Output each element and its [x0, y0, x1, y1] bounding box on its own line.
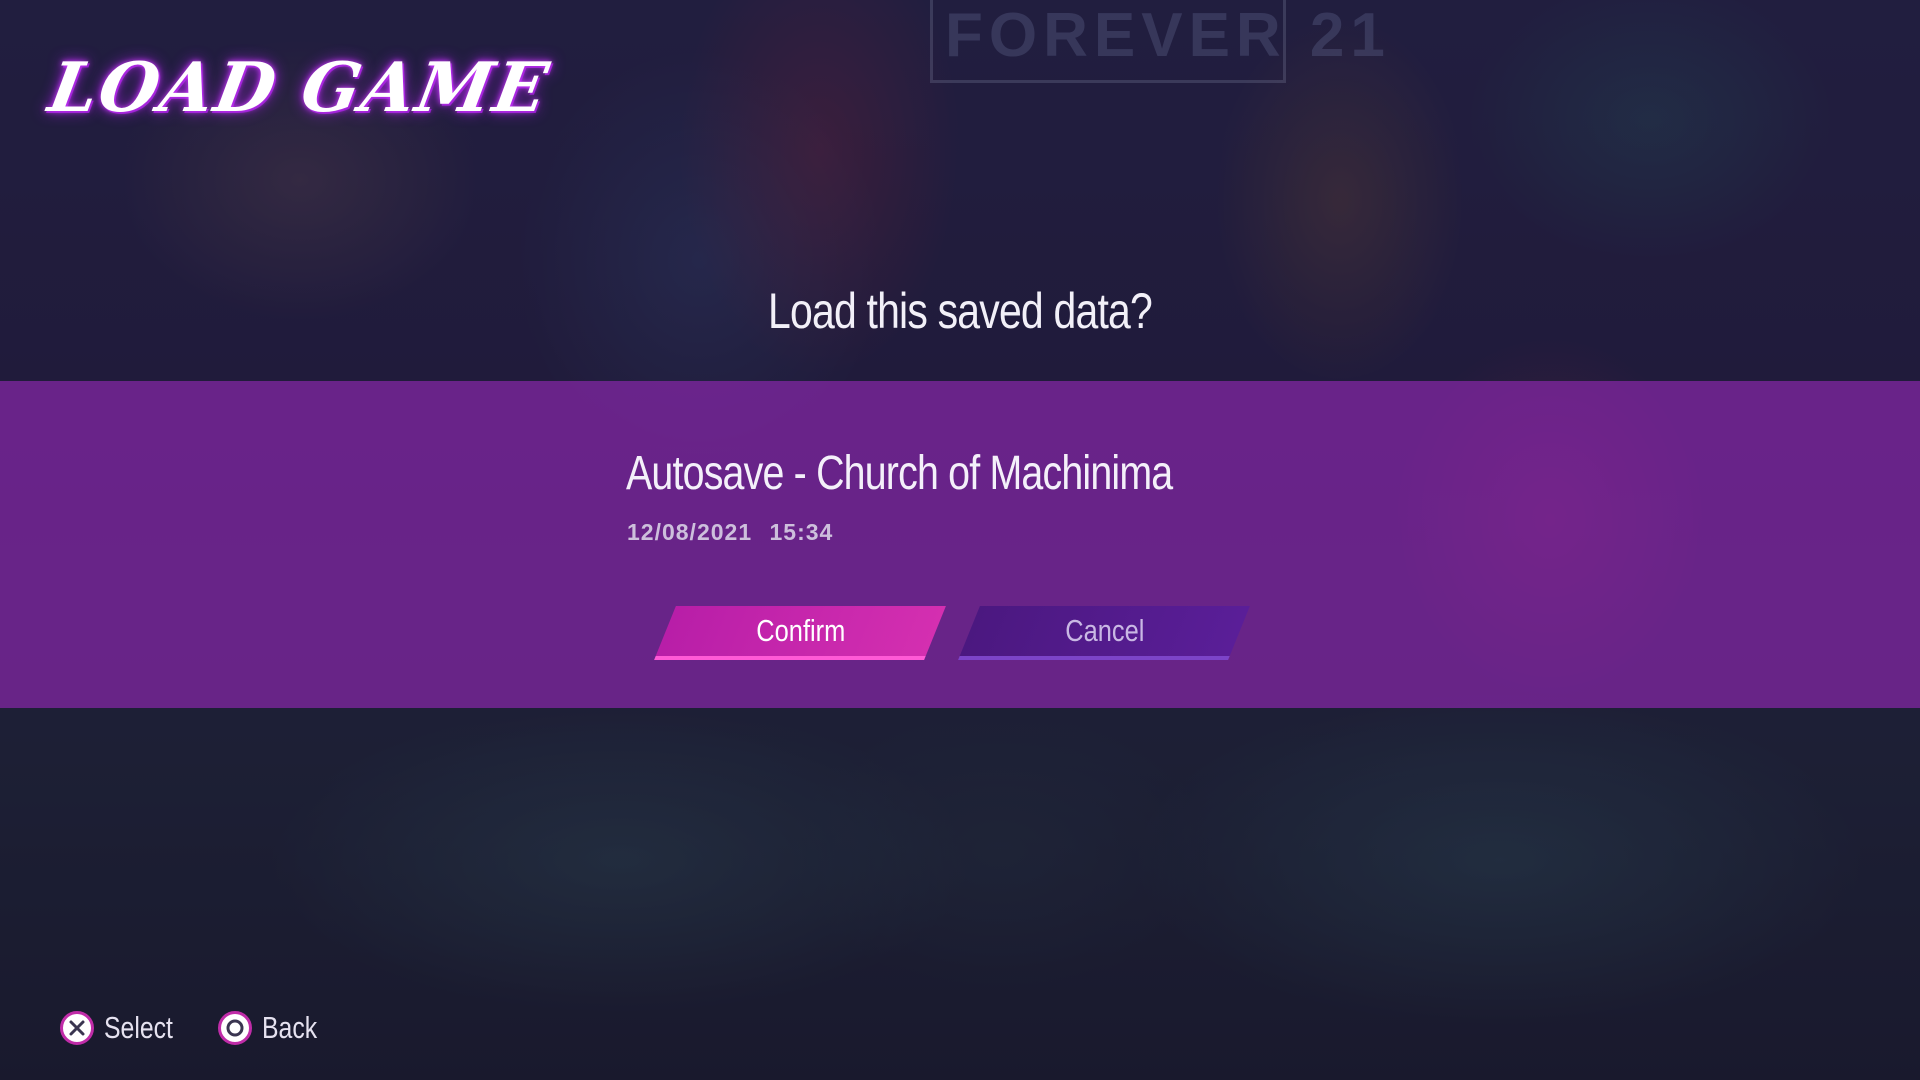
save-timestamp: 12/08/2021 15:34 [627, 519, 833, 546]
confirm-button-label: Confirm [756, 613, 846, 648]
save-name: Autosave - Church of Machinima [626, 447, 1173, 500]
cancel-button[interactable]: Cancel [958, 606, 1250, 660]
load-game-screen: FOREVER 21 LOAD GAME Load this saved dat… [0, 0, 1920, 1080]
dialog-prompt: Load this saved data? [768, 283, 1153, 339]
save-date: 12/08/2021 [627, 519, 753, 545]
page-title: LOAD GAME [42, 48, 556, 128]
hint-back-label: Back [262, 1010, 318, 1045]
circle-button-icon [218, 1011, 252, 1045]
hint-select-label: Select [104, 1010, 173, 1045]
cross-button-icon [60, 1011, 94, 1045]
cancel-button-label: Cancel [1065, 613, 1145, 648]
hint-select[interactable]: Select [60, 1008, 190, 1048]
confirm-button[interactable]: Confirm [654, 606, 946, 660]
hint-back[interactable]: Back [218, 1008, 331, 1048]
save-time: 15:34 [769, 519, 834, 545]
